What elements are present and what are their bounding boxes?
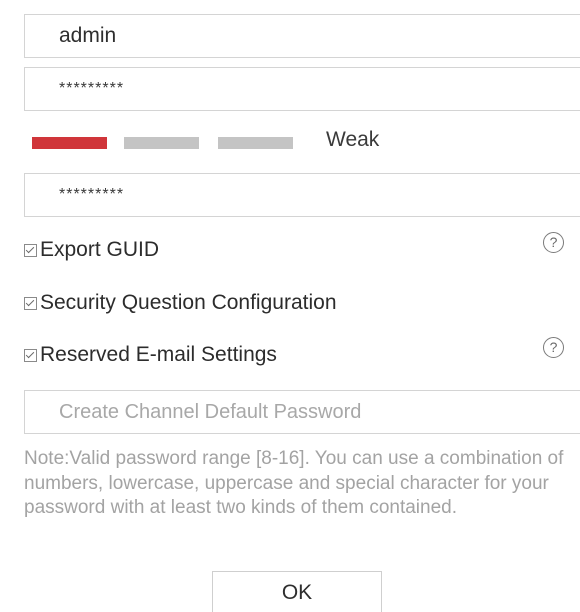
export-guid-checkbox[interactable] <box>24 243 37 257</box>
export-guid-help-icon[interactable]: ? <box>543 232 564 253</box>
reserved-email-checkbox[interactable] <box>24 348 37 362</box>
confirm-password-value: ********* <box>59 186 125 203</box>
channel-default-password-placeholder: Create Channel Default Password <box>59 400 362 423</box>
password-value: ********* <box>59 80 125 97</box>
export-guid-option[interactable]: Export GUID <box>24 238 159 262</box>
strength-segment-3 <box>218 137 293 149</box>
username-field[interactable]: admin <box>24 14 580 58</box>
security-question-checkbox[interactable] <box>24 296 37 310</box>
password-field[interactable]: ********* <box>24 67 580 111</box>
strength-segment-2 <box>124 137 199 149</box>
reserved-email-label: Reserved E-mail Settings <box>40 343 277 366</box>
activation-form: admin ********* Weak ********* Export GU… <box>0 0 580 612</box>
reserved-email-help-icon[interactable]: ? <box>543 337 564 358</box>
username-value: admin <box>59 24 117 47</box>
password-strength-label: Weak <box>326 128 380 151</box>
strength-segment-1 <box>32 137 107 149</box>
confirm-password-field[interactable]: ********* <box>24 173 580 217</box>
channel-default-password-input[interactable]: Create Channel Default Password <box>24 390 580 434</box>
security-question-label: Security Question Configuration <box>40 291 337 314</box>
ok-button[interactable]: OK <box>212 571 382 612</box>
reserved-email-option[interactable]: Reserved E-mail Settings <box>24 343 277 367</box>
password-rules-note: Note:Valid password range [8-16]. You ca… <box>24 448 564 518</box>
security-question-option[interactable]: Security Question Configuration <box>24 291 337 315</box>
export-guid-label: Export GUID <box>40 238 160 261</box>
